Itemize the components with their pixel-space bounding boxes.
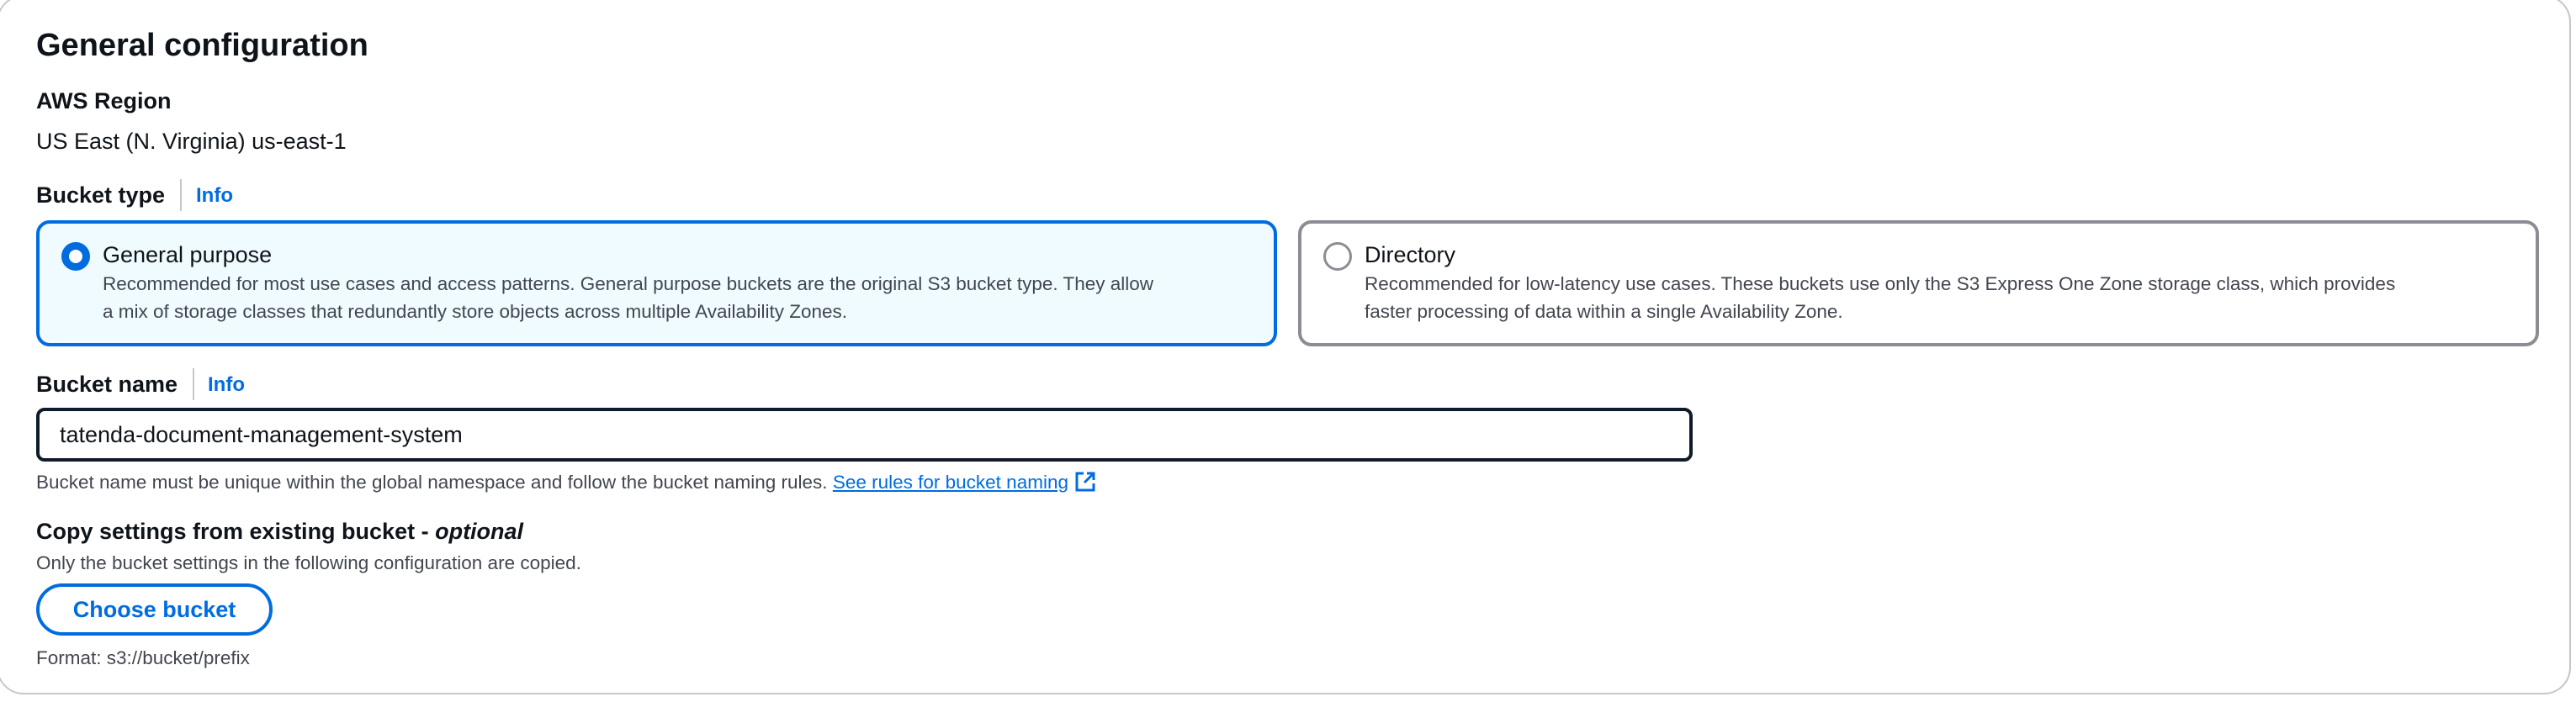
general-purpose-radio[interactable] xyxy=(61,242,90,271)
bucket-name-info-link[interactable]: Info xyxy=(208,368,245,402)
aws-region-value: US East (N. Virginia) us-east-1 xyxy=(36,129,347,154)
copy-settings-description: Only the bucket settings in the followin… xyxy=(36,552,581,573)
bucket-type-label: Bucket type xyxy=(36,182,166,208)
external-link-icon xyxy=(1073,470,1097,501)
general-configuration-panel xyxy=(0,0,2571,694)
directory-radio[interactable] xyxy=(1323,242,1352,271)
bucket-name-hint: Bucket name must be unique within the gl… xyxy=(36,468,1097,501)
directory-description: Recommended for low-latency use cases. T… xyxy=(1365,273,2396,322)
bucket-name-label: Bucket name xyxy=(36,372,178,397)
aws-region-label: AWS Region xyxy=(36,88,172,113)
choose-bucket-button[interactable]: Choose bucket xyxy=(36,583,273,636)
general-purpose-title: General purpose xyxy=(103,242,273,267)
format-hint: Format: s3://bucket/prefix xyxy=(36,647,250,668)
bucket-type-info-link[interactable]: Info xyxy=(196,179,233,213)
section-title: General configuration xyxy=(36,28,368,63)
general-purpose-description: Recommended for most use cases and acces… xyxy=(103,273,1154,322)
bucket-name-hint-text: Bucket name must be unique within the gl… xyxy=(36,472,828,493)
directory-title: Directory xyxy=(1365,242,1456,267)
copy-settings-label: Copy settings from existing bucket - opt… xyxy=(36,519,524,544)
bucket-type-general-purpose-tile[interactable]: General purpose Recommended for most use… xyxy=(36,220,1277,346)
label-divider xyxy=(193,368,194,400)
bucket-name-input[interactable] xyxy=(36,408,1693,462)
bucket-type-directory-tile[interactable]: Directory Recommended for low-latency us… xyxy=(1298,220,2539,346)
label-divider xyxy=(180,179,182,211)
bucket-naming-rules-link[interactable]: See rules for bucket naming xyxy=(833,472,1097,493)
optional-tag: optional xyxy=(435,519,524,544)
